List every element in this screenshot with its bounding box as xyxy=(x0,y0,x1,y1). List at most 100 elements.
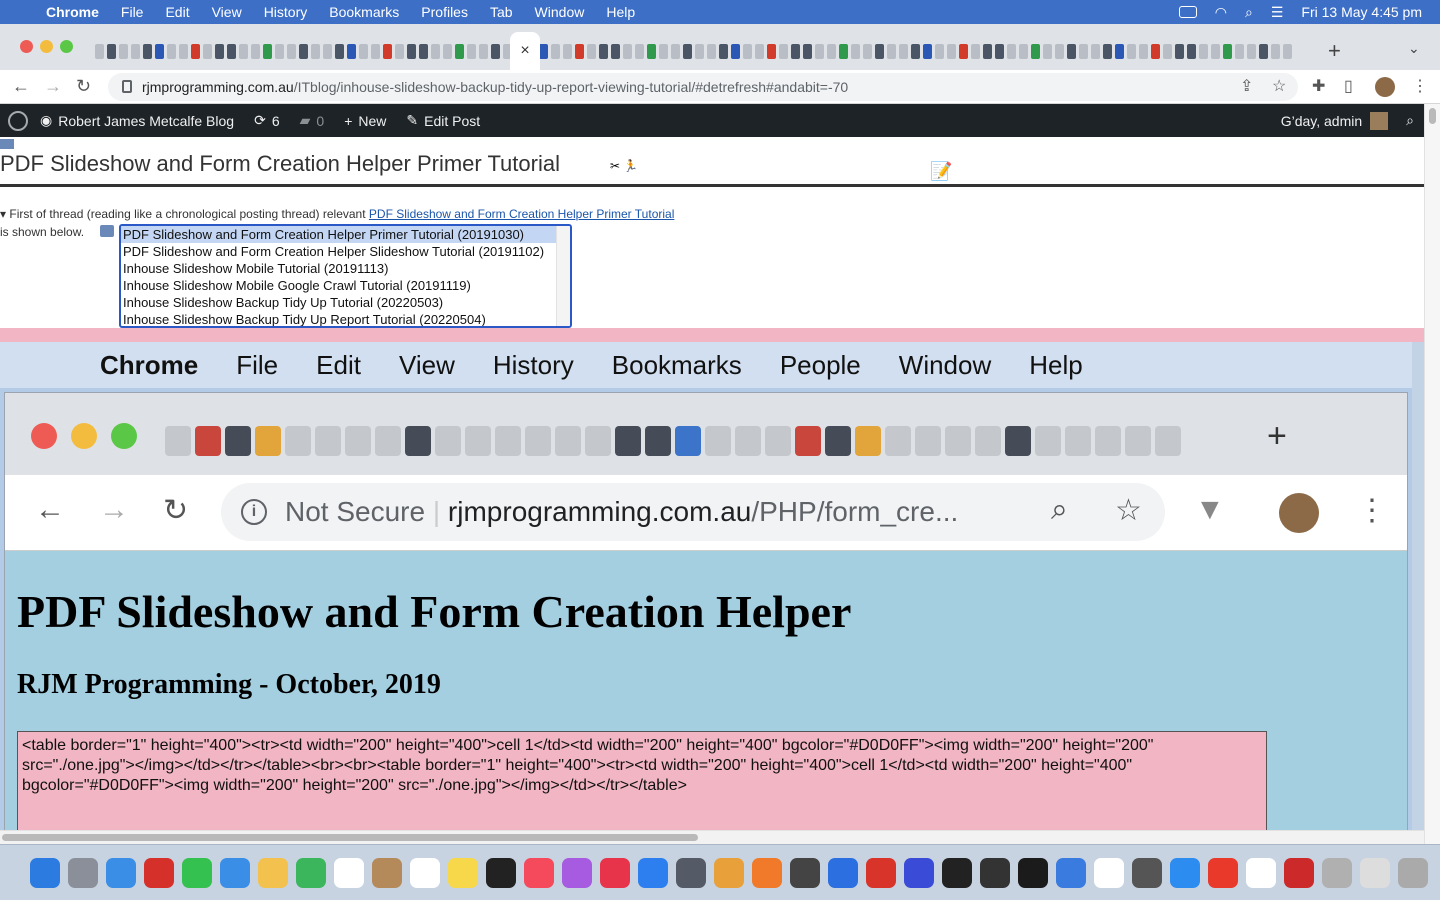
dock-app-icon[interactable] xyxy=(334,857,364,888)
tab-favicon-icon[interactable] xyxy=(1223,43,1232,59)
tab-favicon-icon[interactable] xyxy=(887,43,896,59)
tab-favicon-icon[interactable] xyxy=(359,43,368,59)
menu-bookmarks[interactable]: Bookmarks xyxy=(329,4,399,20)
shuffle-icon[interactable] xyxy=(100,225,114,237)
tab-favicon-icon[interactable] xyxy=(299,43,308,59)
menu-window[interactable]: Window xyxy=(535,4,585,20)
dock-app-icon[interactable] xyxy=(904,857,934,888)
tab-favicon-icon[interactable] xyxy=(215,43,224,59)
chrome-menu-icon[interactable]: ⋮ xyxy=(1412,76,1428,96)
tab-favicon-icon[interactable] xyxy=(1247,43,1256,59)
vertical-scroll-thumb[interactable] xyxy=(1429,108,1436,124)
tab-favicon-icon[interactable] xyxy=(119,43,128,59)
tab-favicon-icon[interactable] xyxy=(647,43,656,59)
dock-app-icon[interactable] xyxy=(106,857,136,888)
tab-favicon-icon[interactable] xyxy=(1031,43,1040,59)
close-window-button[interactable] xyxy=(20,40,33,53)
tab-favicon-icon[interactable] xyxy=(107,43,116,59)
menu-datetime[interactable]: Fri 13 May 4:45 pm xyxy=(1301,4,1422,20)
dock-app-icon[interactable] xyxy=(1208,857,1238,888)
tab-favicon-icon[interactable] xyxy=(275,43,284,59)
thread-link[interactable]: PDF Slideshow and Form Creation Helper P… xyxy=(369,207,674,221)
tab-favicon-icon[interactable] xyxy=(1019,43,1028,59)
tab-favicon-icon[interactable] xyxy=(155,43,164,59)
menu-app-name[interactable]: Chrome xyxy=(46,4,99,20)
dock-app-icon[interactable] xyxy=(1246,857,1276,888)
listbox-scrollbar[interactable] xyxy=(556,226,570,326)
dock-app-icon[interactable] xyxy=(1094,857,1124,888)
dock-app-icon[interactable] xyxy=(1322,857,1352,888)
vertical-scrollbar[interactable] xyxy=(1424,104,1440,844)
dock-app-icon[interactable] xyxy=(714,857,744,888)
control-center-icon[interactable]: ☰ xyxy=(1271,4,1284,21)
minimize-window-button[interactable] xyxy=(40,40,53,53)
tab-favicon-icon[interactable] xyxy=(395,43,404,59)
dock-app-icon[interactable] xyxy=(524,857,554,888)
dock-app-icon[interactable] xyxy=(486,857,516,888)
tab-favicon-icon[interactable] xyxy=(671,43,680,59)
tab-favicon-icon[interactable] xyxy=(311,43,320,59)
address-bar[interactable]: rjmprogramming.com.au/ITblog/inhouse-sli… xyxy=(108,73,1298,101)
tab-favicon-icon[interactable] xyxy=(839,43,848,59)
tab-favicon-icon[interactable] xyxy=(851,43,860,59)
tab-favicon-icon[interactable] xyxy=(383,43,392,59)
menu-tab[interactable]: Tab xyxy=(490,4,513,20)
wordpress-logo-icon[interactable] xyxy=(8,110,28,131)
tab-favicon-icon[interactable] xyxy=(419,43,428,59)
wp-comments[interactable]: ▰ 0 xyxy=(300,112,325,129)
tab-favicon-icon[interactable] xyxy=(1175,43,1184,59)
tab-favicon-icon[interactable] xyxy=(611,43,620,59)
thread-select[interactable]: PDF Slideshow and Form Creation Helper P… xyxy=(119,224,572,328)
side-panel-icon[interactable]: ▯ xyxy=(1344,76,1353,96)
tab-favicon-icon[interactable] xyxy=(443,43,452,59)
tab-favicon-icon[interactable] xyxy=(1211,43,1220,59)
tab-favicon-icon[interactable] xyxy=(407,43,416,59)
dock-app-icon[interactable] xyxy=(1056,857,1086,888)
tab-favicon-icon[interactable] xyxy=(911,43,920,59)
tab-favicon-icon[interactable] xyxy=(179,43,188,59)
tab-favicon-icon[interactable] xyxy=(575,43,584,59)
thread-option[interactable]: PDF Slideshow and Form Creation Helper P… xyxy=(121,226,556,243)
tab-favicon-icon[interactable] xyxy=(827,43,836,59)
tab-favicon-icon[interactable] xyxy=(683,43,692,59)
dock-app-icon[interactable] xyxy=(676,857,706,888)
tab-favicon-icon[interactable] xyxy=(1103,43,1112,59)
dock-app-icon[interactable] xyxy=(182,857,212,888)
tab-favicon-icon[interactable] xyxy=(719,43,728,59)
dock-app-icon[interactable] xyxy=(866,857,896,888)
tab-favicon-icon[interactable] xyxy=(755,43,764,59)
tab-favicon-icon[interactable] xyxy=(371,43,380,59)
tab-favicon-icon[interactable] xyxy=(551,43,560,59)
share-icon[interactable]: ⇪ xyxy=(1240,76,1253,96)
tab-favicon-icon[interactable] xyxy=(995,43,1004,59)
dock-app-icon[interactable] xyxy=(144,857,174,888)
dock-app-icon[interactable] xyxy=(30,857,60,888)
tab-favicon-icon[interactable] xyxy=(491,43,500,59)
dock-app-icon[interactable] xyxy=(68,857,98,888)
thread-option[interactable]: Inhouse Slideshow Backup Tidy Up Report … xyxy=(121,311,570,326)
forward-arrow-icon[interactable]: → xyxy=(44,76,62,97)
tab-favicon-icon[interactable] xyxy=(1235,43,1244,59)
zoom-window-button[interactable] xyxy=(60,40,73,53)
tab-favicon-icon[interactable] xyxy=(479,43,488,59)
thread-option[interactable]: Inhouse Slideshow Mobile Tutorial (20191… xyxy=(121,260,570,277)
tab-favicon-icon[interactable] xyxy=(875,43,884,59)
tab-favicon-icon[interactable] xyxy=(1007,43,1016,59)
shuffle-icon[interactable] xyxy=(0,139,14,149)
tab-favicon-icon[interactable] xyxy=(983,43,992,59)
tab-favicon-icon[interactable] xyxy=(251,43,260,59)
tab-favicon-icon[interactable] xyxy=(563,43,572,59)
tab-favicon-icon[interactable] xyxy=(1283,43,1292,59)
tab-favicon-icon[interactable] xyxy=(323,43,332,59)
tab-favicon-icon[interactable] xyxy=(707,43,716,59)
tab-favicon-icon[interactable] xyxy=(623,43,632,59)
active-tab[interactable]: × xyxy=(510,32,540,72)
tab-favicon-icon[interactable] xyxy=(1187,43,1196,59)
tab-favicon-icon[interactable] xyxy=(143,43,152,59)
tab-favicon-icon[interactable] xyxy=(935,43,944,59)
tab-favicon-icon[interactable] xyxy=(1151,43,1160,59)
tab-favicon-icon[interactable] xyxy=(695,43,704,59)
tab-favicon-icon[interactable] xyxy=(1091,43,1100,59)
thread-option[interactable]: Inhouse Slideshow Mobile Google Crawl Tu… xyxy=(121,277,570,294)
bookmark-star-icon[interactable]: ☆ xyxy=(1272,76,1286,96)
